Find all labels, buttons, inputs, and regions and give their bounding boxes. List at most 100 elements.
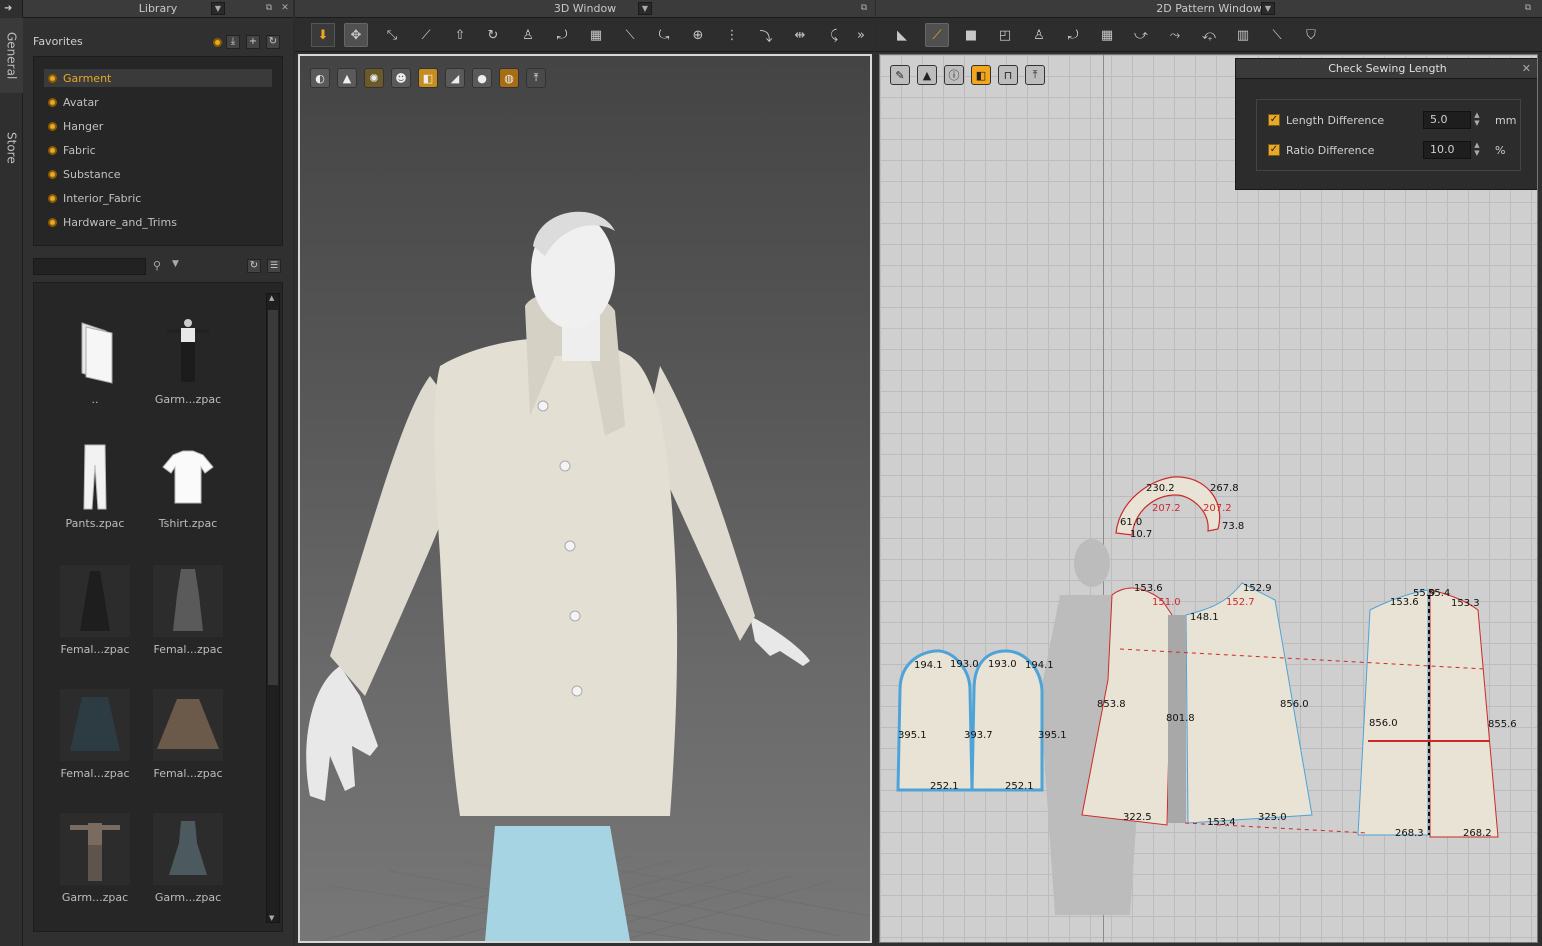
tab-store[interactable]: Store xyxy=(0,110,23,185)
favorite-item-hanger[interactable]: Hanger xyxy=(44,117,272,135)
library-search-input[interactable] xyxy=(33,258,146,275)
transform-pattern-icon[interactable]: ◣ xyxy=(890,23,914,47)
dialog-title: Check Sewing Length xyxy=(1236,59,1537,79)
edit-pattern-icon[interactable]: ⟋ xyxy=(925,23,949,47)
library-panel: Library ▼ ⧉ ✕ Favorites ⤓ + ↻ Garment Av… xyxy=(23,0,293,946)
undock-icon[interactable]: ⧉ xyxy=(263,2,275,14)
library-item[interactable]: Femal...zpac xyxy=(146,689,230,799)
2d-window-header: 2D Pattern Window ▼ ⧉ xyxy=(876,0,1542,18)
favorites-list: Garment Avatar Hanger Fabric Substance I… xyxy=(33,56,283,246)
library-item[interactable]: Garm...zpac xyxy=(53,813,137,923)
favorite-star-icon[interactable] xyxy=(213,38,222,47)
segment-sewing-icon[interactable]: ⤽ xyxy=(1197,23,1221,47)
split-icon[interactable]: ⇹ xyxy=(788,23,812,47)
length-difference-input[interactable]: 5.0 xyxy=(1423,111,1471,129)
length-stepper-icon[interactable]: ▲ ▼ xyxy=(1471,111,1483,129)
add-icon[interactable]: + xyxy=(246,35,260,49)
favorite-item-garment[interactable]: Garment xyxy=(44,69,272,87)
fold-arrange-icon[interactable]: ⤻ xyxy=(1129,23,1153,47)
tape-icon[interactable]: ⤿ xyxy=(652,23,676,47)
seam-icon[interactable]: ⟍ xyxy=(618,23,642,47)
favorite-item-interior-fabric[interactable]: Interior_Fabric xyxy=(44,189,272,207)
fold-icon[interactable]: ↻ xyxy=(481,23,505,47)
rectangle-icon[interactable]: ■ xyxy=(959,23,983,47)
library-item-label: Tshirt.zpac xyxy=(158,517,218,530)
3d-window-dropdown-icon[interactable]: ▼ xyxy=(638,2,652,15)
grid-icon[interactable]: ▦ xyxy=(584,23,608,47)
measure-icon[interactable]: ⤵ xyxy=(754,23,778,47)
pin-icon[interactable]: ⟋ xyxy=(414,23,438,47)
select-mesh-icon[interactable]: ⤡ xyxy=(380,23,404,47)
library-item-label: Garm...zpac xyxy=(154,891,222,904)
ratio-stepper-icon[interactable]: ▲ ▼ xyxy=(1471,141,1483,159)
folder-icon xyxy=(81,322,113,384)
tab-general[interactable]: General xyxy=(0,18,23,93)
library-item[interactable]: Femal...zpac xyxy=(146,565,230,675)
simulate-icon[interactable]: ⬇ xyxy=(311,23,335,47)
library-scrollbar[interactable]: ▲ ▼ xyxy=(266,293,280,923)
close-icon[interactable]: ✕ xyxy=(279,2,291,14)
select-move-icon[interactable]: ✥ xyxy=(344,23,368,47)
dress-thumb-icon xyxy=(153,565,223,637)
ratio-difference-input[interactable]: 10.0 xyxy=(1423,141,1471,159)
button-icon[interactable]: ⊕ xyxy=(686,23,710,47)
scrollbar-thumb[interactable] xyxy=(268,310,278,685)
favorite-item-avatar[interactable]: Avatar xyxy=(44,93,272,111)
library-item[interactable]: Pants.zpac xyxy=(53,439,137,549)
download-icon[interactable]: ⤓ xyxy=(226,35,240,49)
measure-label: 267.8 xyxy=(1210,483,1239,494)
3d-viewport[interactable]: ◐ ▲ ✺ ☻ ◧ ◢ ● ◍ ⤒ xyxy=(298,54,872,943)
avatar-pin-icon[interactable]: ♙ xyxy=(516,23,540,47)
ratio-difference-checkbox[interactable]: ✓ xyxy=(1268,144,1280,156)
2d-window-title: 2D Pattern Window xyxy=(1156,2,1262,15)
refresh-icon[interactable]: ↻ xyxy=(247,259,261,273)
check-sewing-icon[interactable]: ⟍ xyxy=(1265,23,1289,47)
pleat-icon[interactable]: ▥ xyxy=(1231,23,1255,47)
scroll-up-icon[interactable]: ▲ xyxy=(269,294,274,302)
measure-label: 853.8 xyxy=(1097,699,1126,710)
tack-icon[interactable]: ⤾ xyxy=(550,23,574,47)
measure-label: 207.2 xyxy=(1203,503,1232,514)
undock-icon[interactable]: ⧉ xyxy=(1522,2,1534,14)
favorite-label: Hardware_and_Trims xyxy=(63,215,177,229)
library-dropdown-icon[interactable]: ▼ xyxy=(211,2,225,15)
dart-icon[interactable]: ⤾ xyxy=(1061,23,1085,47)
library-item[interactable]: Tshirt.zpac xyxy=(146,439,230,549)
2d-viewport[interactable]: ✎ ▲ ⓘ ◧ ⊓ ⤒ 230.2 267.8 207.2 207.2 73.8… xyxy=(879,54,1538,943)
seam-allowance-icon[interactable]: ⤳ xyxy=(1163,23,1187,47)
more-tools-icon[interactable]: » xyxy=(853,23,869,47)
trim-icon[interactable]: ⤹ xyxy=(822,23,846,47)
library-item[interactable]: .. xyxy=(53,315,137,425)
measure-label: 252.1 xyxy=(1005,781,1034,792)
polygon-icon[interactable]: ◰ xyxy=(993,23,1017,47)
library-item[interactable]: Garm...zpac xyxy=(146,315,230,425)
measure-label: 152.9 xyxy=(1243,583,1272,594)
pin-point-icon[interactable]: ♙ xyxy=(1027,23,1051,47)
close-icon[interactable]: ✕ xyxy=(1522,62,1531,75)
undock-icon[interactable]: ⧉ xyxy=(858,2,870,14)
search-icon[interactable]: ⚲ xyxy=(153,259,161,272)
chevron-down-icon[interactable]: ▼ xyxy=(172,259,179,269)
library-item[interactable]: Femal...zpac xyxy=(53,689,137,799)
library-item[interactable]: Femal...zpac xyxy=(53,565,137,675)
2d-window-dropdown-icon[interactable]: ▼ xyxy=(1261,2,1275,15)
collapse-arrow-icon[interactable]: ➜ xyxy=(4,3,12,14)
library-item[interactable]: Garm...zpac xyxy=(146,813,230,923)
favorite-item-substance[interactable]: Substance xyxy=(44,165,272,183)
measure-label: 230.2 xyxy=(1146,483,1175,494)
list-view-icon[interactable]: ☰ xyxy=(267,259,281,273)
2d-pattern-window: 2D Pattern Window ▼ ⧉ ◣ ⟋ ■ ◰ ♙ ⤾ ▦ ⤻ ⤳ … xyxy=(876,0,1542,946)
measure-label: 193.0 xyxy=(950,659,979,670)
avatar-scene xyxy=(306,211,870,941)
favorite-item-hardware[interactable]: Hardware_and_Trims xyxy=(44,213,272,231)
arrange-icon[interactable]: ⇧ xyxy=(448,23,472,47)
measure-label: 393.7 xyxy=(964,730,993,741)
length-difference-checkbox[interactable]: ✓ xyxy=(1268,114,1280,126)
zipper-icon[interactable]: ⋮ xyxy=(720,23,744,47)
refresh-icon[interactable]: ↻ xyxy=(266,35,280,49)
folder-dot-icon xyxy=(48,169,57,179)
garment-icon[interactable]: ⛉ xyxy=(1299,23,1323,47)
grid-icon[interactable]: ▦ xyxy=(1095,23,1119,47)
scroll-down-icon[interactable]: ▼ xyxy=(269,914,274,922)
favorite-item-fabric[interactable]: Fabric xyxy=(44,141,272,159)
